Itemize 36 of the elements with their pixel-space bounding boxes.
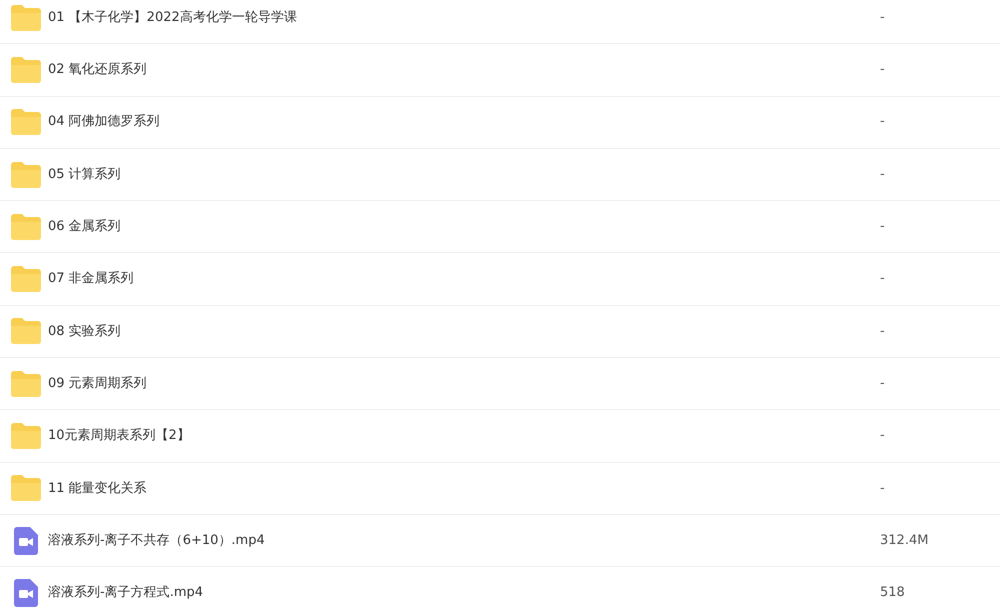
folder-icon: [11, 109, 41, 136]
file-size: -: [880, 270, 885, 288]
file-name[interactable]: 01 【木子化学】2022高考化学一轮导学课: [48, 8, 880, 28]
file-size: -: [880, 480, 885, 498]
file-name[interactable]: 02 氧化还原系列: [48, 60, 880, 80]
file-size: -: [880, 166, 885, 184]
file-name[interactable]: 04 阿佛加德罗系列: [48, 112, 880, 132]
file-name[interactable]: 溶液系列-离子方程式.mp4: [48, 583, 880, 603]
file-name[interactable]: 溶液系列-离子不共存（6+10）.mp4: [48, 530, 880, 550]
file-size: -: [880, 322, 885, 341]
folder-icon: [11, 318, 41, 344]
folder-icon: [11, 266, 41, 292]
file-size: -: [880, 218, 885, 236]
file-size: 518: [880, 584, 905, 602]
file-name[interactable]: 05 计算系列: [48, 164, 880, 184]
file-name[interactable]: 06 金属系列: [48, 217, 880, 237]
file-name[interactable]: 11 能量变化关系: [48, 478, 880, 498]
folder-icon: [11, 475, 41, 502]
file-size: 312.4M: [880, 532, 928, 550]
folder-icon: [11, 423, 41, 450]
video-file-icon: [14, 526, 38, 555]
file-name[interactable]: 08 实验系列: [48, 322, 880, 342]
file-size: -: [880, 427, 885, 446]
folder-icon: [11, 162, 41, 188]
file-size: -: [880, 8, 885, 27]
folder-icon: [11, 56, 41, 83]
file-name[interactable]: 10元素周期表系列【2】: [48, 426, 880, 446]
file-name[interactable]: 09 元素周期系列: [48, 374, 880, 394]
file-size: -: [880, 61, 885, 80]
folder-icon: [11, 370, 41, 397]
file-size: -: [880, 113, 885, 132]
file-size: -: [880, 374, 885, 393]
folder-icon: [11, 214, 41, 240]
folder-icon: [11, 4, 41, 31]
video-file-icon: [14, 578, 38, 607]
file-name[interactable]: 07 非金属系列: [48, 269, 880, 289]
